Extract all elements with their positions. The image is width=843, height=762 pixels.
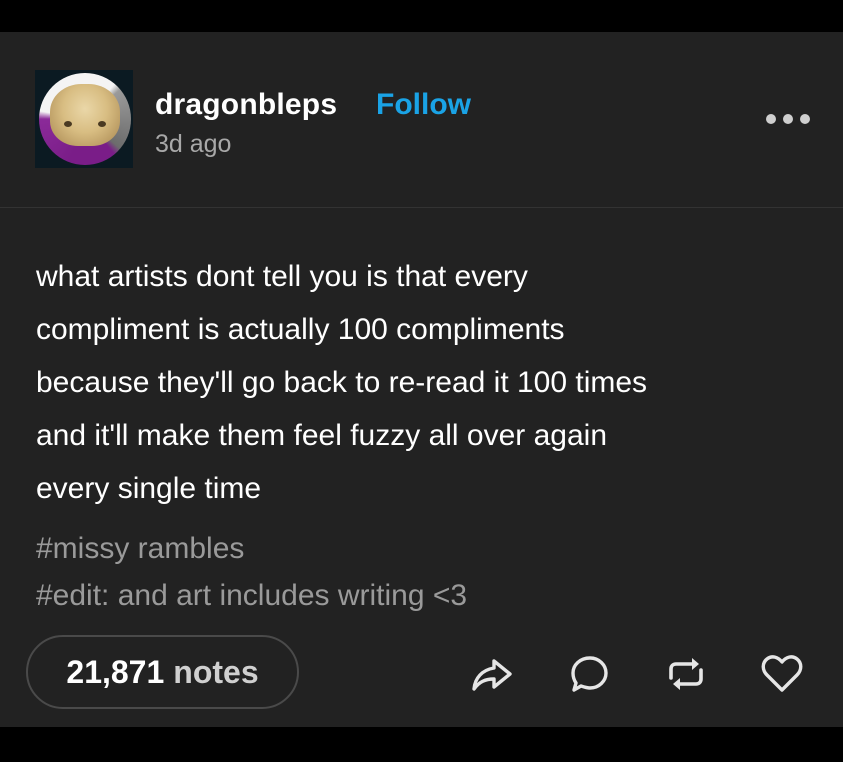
author-username[interactable]: dragonbleps [155,88,337,122]
bottom-bar [0,727,843,762]
reblog-icon-graphic [669,658,703,690]
post-body-line: what artists dont tell you is that every [36,260,528,293]
avatar-eye-right [98,121,106,127]
more-options-icon[interactable] [766,106,810,132]
post-header: dragonbleps Follow 3d ago [0,32,843,208]
post-body-line: compliment is actually 100 compliments [36,313,565,346]
post-timestamp[interactable]: 3d ago [155,130,231,159]
tag-link[interactable]: #edit: and art includes writing <3 [36,572,816,619]
post-body: what artists dont tell you is that every… [36,250,816,515]
more-dot [766,114,776,124]
notes-button[interactable]: 21,871 notes [26,635,299,709]
notes-label: notes [173,653,259,690]
post-card: dragonbleps Follow 3d ago what artists d… [0,32,843,727]
top-bar [0,0,843,32]
reply-icon-graphic [571,656,608,692]
header-divider [0,207,843,208]
post-tags: #missy rambles #edit: and art includes w… [36,525,816,619]
reply-icon[interactable] [568,652,612,696]
reblog-icon[interactable] [664,652,708,696]
avatar-image [50,84,120,146]
follow-button[interactable]: Follow [376,88,471,122]
avatar-eye-left [64,121,72,127]
share-icon[interactable] [470,652,514,696]
avatar[interactable] [35,70,133,168]
post-body-line: and it'll make them feel fuzzy all over … [36,419,608,452]
post-body-line: because they'll go back to re-read it 10… [36,366,648,399]
notes-count: 21,871 [66,653,165,690]
heart-icon-graphic [761,655,803,692]
post-body-line: every single time [36,472,262,505]
tag-link[interactable]: #missy rambles [36,525,816,572]
more-dot [783,114,793,124]
heart-icon[interactable] [760,652,804,696]
share-icon-graphic [472,659,512,691]
more-dot [800,114,810,124]
